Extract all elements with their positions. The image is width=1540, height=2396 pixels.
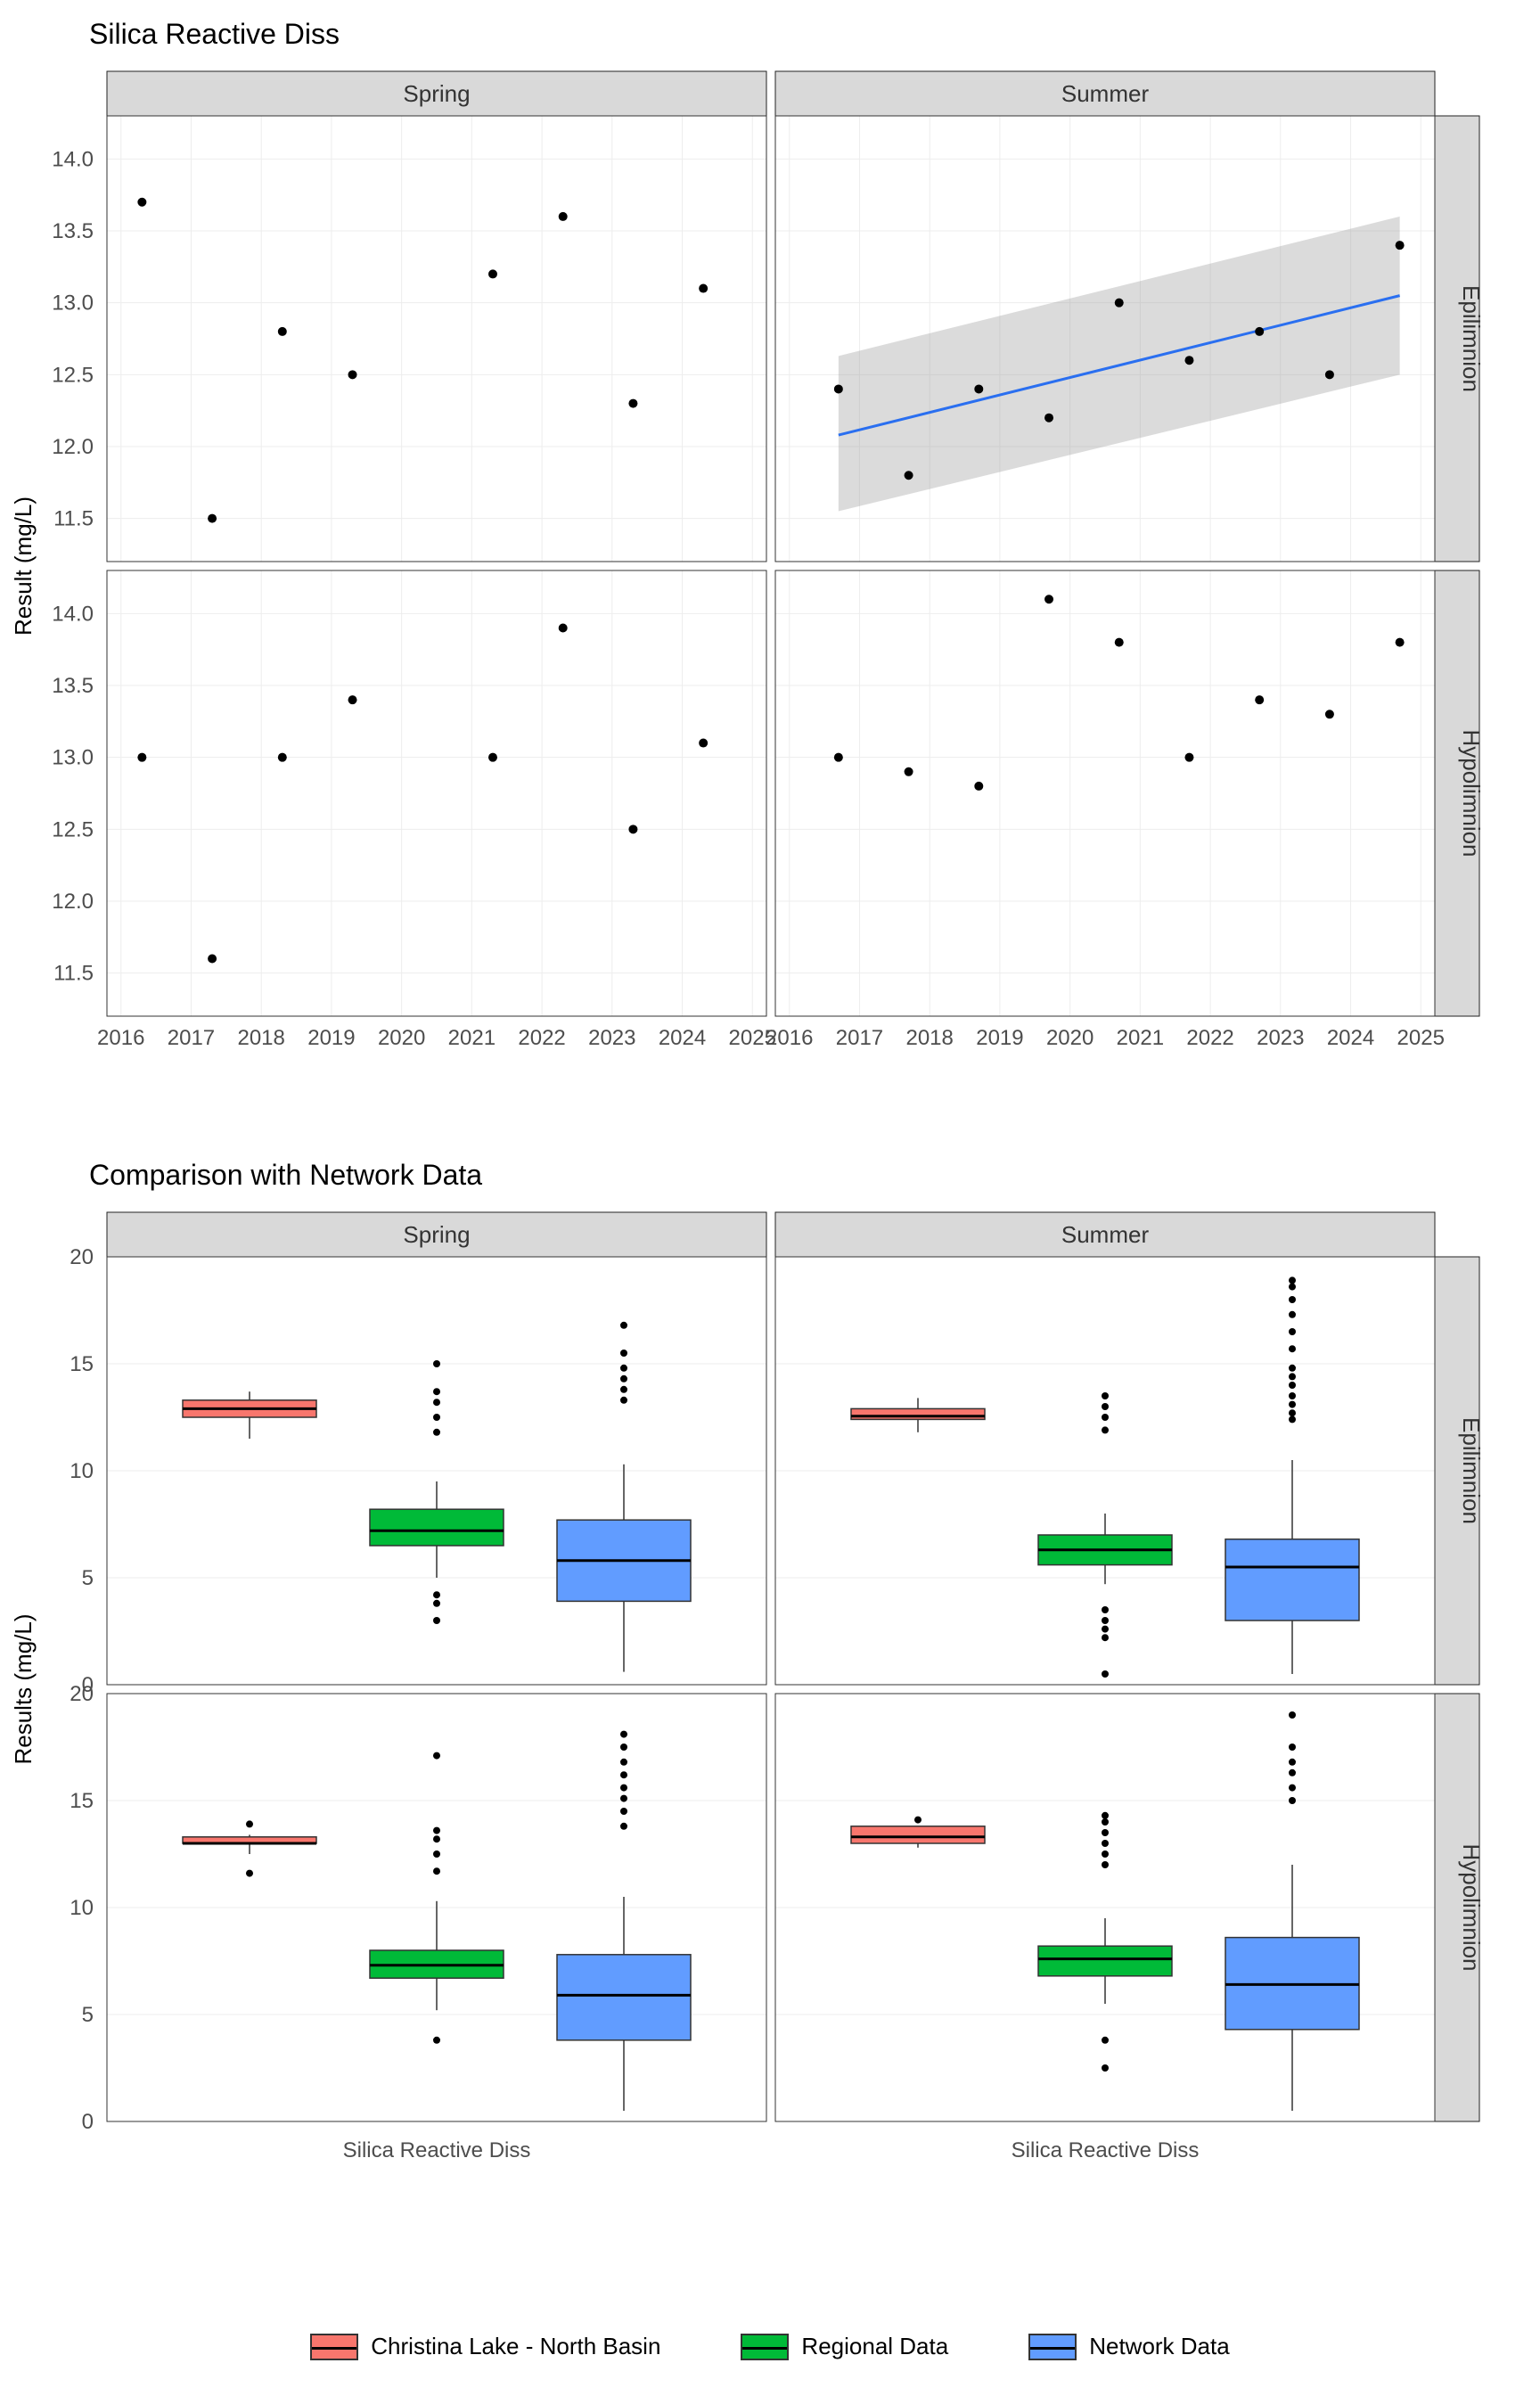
svg-text:Results (mg/L): Results (mg/L) (10, 1613, 37, 1764)
svg-text:13.0: 13.0 (52, 291, 94, 316)
legend: Christina Lake - North Basin Regional Dat… (0, 2333, 1540, 2360)
svg-text:Result (mg/L): Result (mg/L) (10, 496, 37, 636)
svg-text:13.5: 13.5 (52, 219, 94, 243)
svg-text:2019: 2019 (307, 1026, 355, 1050)
svg-text:2021: 2021 (1117, 1026, 1164, 1050)
svg-text:Silica Reactive Diss: Silica Reactive Diss (343, 2138, 531, 2162)
legend-item: Christina Lake - North Basin (310, 2333, 660, 2360)
svg-text:Spring: Spring (403, 1221, 470, 1248)
svg-text:Spring: Spring (403, 80, 470, 107)
svg-text:11.5: 11.5 (53, 507, 94, 531)
svg-text:Summer: Summer (1061, 80, 1150, 107)
legend-item: Network Data (1028, 2333, 1230, 2360)
svg-text:11.5: 11.5 (53, 962, 94, 986)
svg-text:Epilimnion: Epilimnion (1458, 285, 1485, 392)
svg-text:12.5: 12.5 (52, 817, 94, 841)
svg-text:5: 5 (82, 1566, 94, 1590)
svg-text:0: 0 (82, 2110, 94, 2134)
svg-text:2023: 2023 (1257, 1026, 1304, 1050)
svg-text:2022: 2022 (518, 1026, 565, 1050)
svg-text:2025: 2025 (1397, 1026, 1445, 1050)
svg-text:2023: 2023 (588, 1026, 635, 1050)
svg-text:2017: 2017 (168, 1026, 215, 1050)
svg-text:2020: 2020 (378, 1026, 425, 1050)
box-plot: SpringSummerEpilimnionHypolimnion0055101… (0, 1203, 1540, 2273)
svg-text:Hypolimnion: Hypolimnion (1458, 729, 1485, 857)
svg-text:13.0: 13.0 (52, 746, 94, 770)
svg-text:13.5: 13.5 (52, 674, 94, 698)
svg-text:12.0: 12.0 (52, 435, 94, 459)
svg-text:20: 20 (70, 1682, 94, 1706)
svg-text:15: 15 (70, 1352, 94, 1376)
svg-text:14.0: 14.0 (52, 147, 94, 171)
svg-text:2021: 2021 (448, 1026, 496, 1050)
svg-text:2025: 2025 (729, 1026, 776, 1050)
svg-text:Epilimnion: Epilimnion (1458, 1417, 1485, 1524)
legend-item: Regional Data (741, 2333, 948, 2360)
svg-text:14.0: 14.0 (52, 602, 94, 626)
svg-text:2024: 2024 (659, 1026, 706, 1050)
svg-text:2018: 2018 (905, 1026, 953, 1050)
svg-text:2017: 2017 (836, 1026, 883, 1050)
box-title: Comparison with Network Data (89, 1159, 482, 1192)
svg-text:12.5: 12.5 (52, 363, 94, 387)
svg-text:10: 10 (70, 1459, 94, 1483)
svg-text:2019: 2019 (976, 1026, 1023, 1050)
svg-text:2024: 2024 (1327, 1026, 1374, 1050)
svg-text:20: 20 (70, 1245, 94, 1269)
svg-text:12.0: 12.0 (52, 890, 94, 914)
svg-text:2022: 2022 (1186, 1026, 1233, 1050)
svg-text:2016: 2016 (97, 1026, 144, 1050)
svg-text:5: 5 (82, 2003, 94, 2027)
svg-text:10: 10 (70, 1896, 94, 1920)
svg-text:Silica Reactive Diss: Silica Reactive Diss (1012, 2138, 1200, 2162)
scatter-title: Silica Reactive Diss (89, 18, 340, 51)
svg-text:Hypolimnion: Hypolimnion (1458, 1843, 1485, 1971)
svg-text:2020: 2020 (1046, 1026, 1094, 1050)
scatter-plot: Spring Summer Epilimnion Hypolimnion 11.5 11.… (0, 62, 1540, 1132)
svg-text:2018: 2018 (237, 1026, 284, 1050)
svg-text:15: 15 (70, 1789, 94, 1813)
svg-text:Summer: Summer (1061, 1221, 1150, 1248)
